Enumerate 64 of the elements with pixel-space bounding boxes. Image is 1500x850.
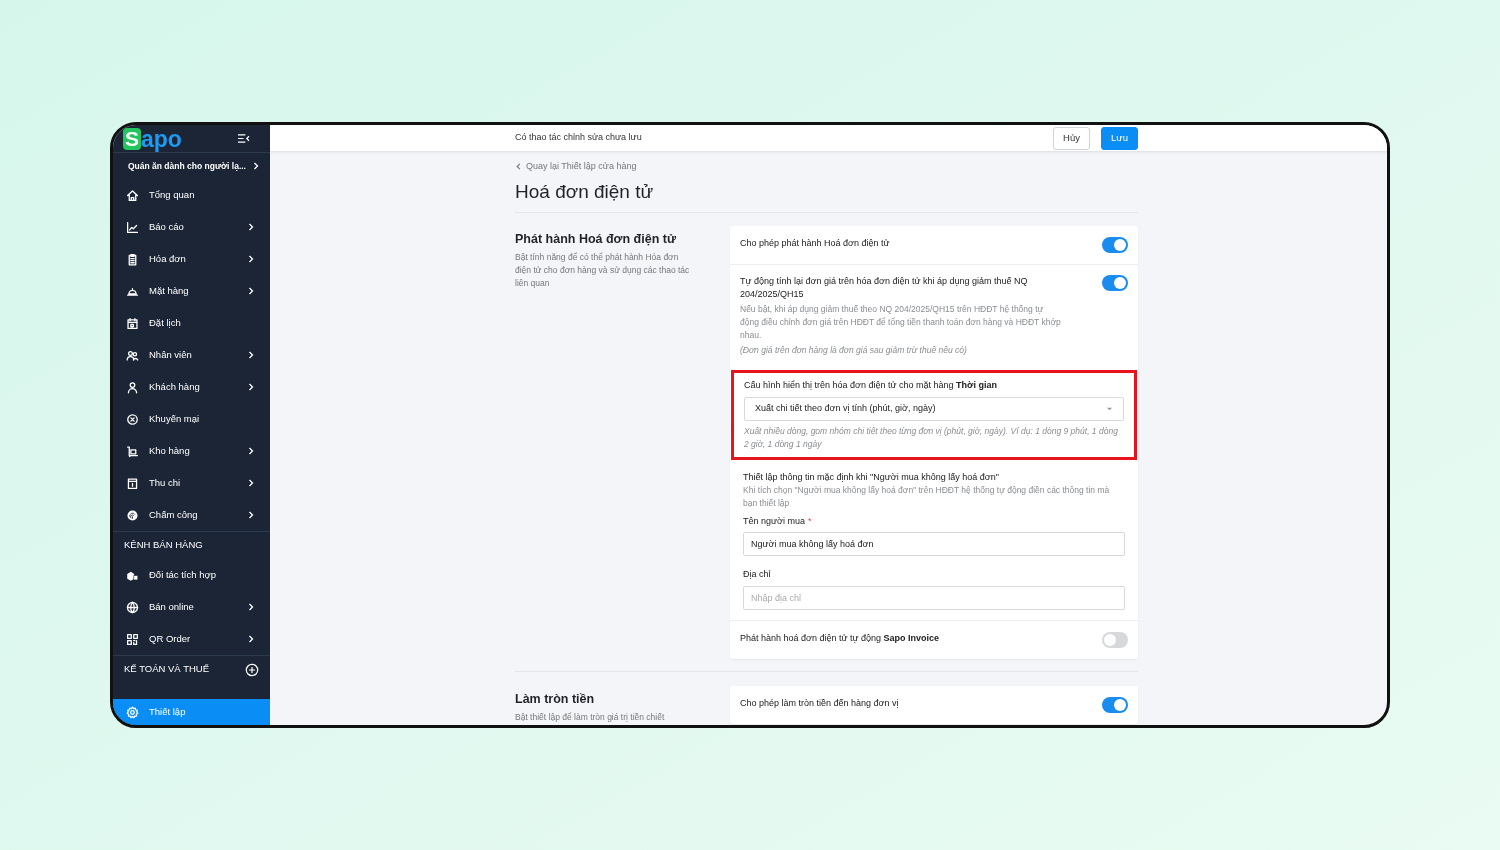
calendar-icon [126,316,139,330]
hand-truck-icon [126,444,139,458]
toggle-switch[interactable] [1102,274,1128,291]
setting-hint: Xuất nhiều dòng, gom nhóm chi tiết theo từng đơn vị (phút, giờ, ngày). Ví dụ: 1 dòng 9 phút, 1 dòng 2 giờ, 1 dòng 1 ngày [744,424,1119,451]
required-mark: * [807,514,812,528]
setting-note: (Đơn giá trên đơn hàng là đơn giá sau giảm trừ thuế nếu có) [740,343,968,357]
qr-code-icon [126,632,139,646]
sidebar-item[interactable]: Chấm công [113,499,270,531]
dropdown[interactable]: Xuất chi tiết theo đơn vị tính (phút, giờ, ngày) [744,396,1124,421]
sidebar-item[interactable]: Tổng quan [113,179,270,211]
sidebar-item[interactable]: Kho hàng [113,435,270,467]
settings-icon [126,705,139,719]
sidebar-item[interactable]: QR Order [113,623,270,655]
caret-icon [1106,405,1113,412]
sidebar-item[interactable]: Hóa đơn [113,243,270,275]
section-title: Phát hành Hoá đơn điện tử [515,230,677,248]
sidebar-item[interactable]: Đặt lịch [113,307,270,339]
users-icon [126,348,139,362]
setting-label: Tự động tính lại đơn giá trên hóa đơn điện tử khi áp dụng giảm thuế NQ 204/2025/QH15 [740,274,1029,301]
sidebar-item[interactable]: Khách hàng [113,371,270,403]
discount-badge-icon [126,412,139,426]
fingerprint-icon [126,508,139,522]
toggle-switch[interactable] [1102,696,1128,713]
unsaved-notice: Có thao tác chỉnh sửa chưa lưu [515,131,642,145]
section-description: Bật thiết lập để làm tròn giá trị tiền chiết [515,711,666,725]
section-heading: KẾ TOÁN VÀ THUẾ [124,662,209,677]
cash-box-icon [126,476,139,490]
sidebar-item[interactable]: Nhân viên [113,339,270,371]
setting-label: Cấu hình hiển thị trên hóa đơn điện tử cho mặt hàng Thời gian [744,378,998,392]
setting-label: Cho phép làm tròn tiền đến hàng đơn vị [740,696,900,710]
toggle-switch[interactable] [1102,631,1128,648]
section-description: Bật tính năng để có thể phát hành Hóa đơn điện tử cho đơn hàng và sử dụng các thao tác liên quan [515,251,690,291]
globe-icon [126,600,139,614]
back-link[interactable]: Quay lại Thiết lập cửa hàng [515,160,637,174]
input-field[interactable]: Người mua không lấy hoá đơn [743,532,1125,556]
toggle-switch[interactable] [1102,236,1128,253]
section-title: Làm tròn tiền [515,690,596,708]
setting-label: Phát hành hoá đơn điện tử tự động Sapo Invoice [740,631,941,645]
cancel-button[interactable]: Hủy [1053,126,1090,150]
setting-description: Khi tích chọn "Người mua không lấy hoá đơn" trên HĐĐT hệ thống tự động điền các thông tin mà bạn thiết lập [743,483,1111,510]
home-icon [126,188,139,202]
logo: Sapo [123,127,182,150]
setting-description: Nếu bật, khi áp dụng giảm thuế theo NQ 204/2025/QH15 trên HĐĐT hệ thống tự động điều chỉnh đơn giá trên HĐĐT để tổng tiền thanh toán đơn hàng và HĐĐT khớp nhau. [740,302,1062,342]
sidebar-item[interactable]: Khuyến mại [113,403,270,435]
field-label: Địa chỉ [743,568,771,581]
chevron-right-icon [252,162,260,170]
field-label: Tên người mua [743,514,805,528]
sidebar-item[interactable]: Thu chi [113,467,270,499]
section-heading: KÊNH BÁN HÀNG [124,538,203,553]
sidebar-item[interactable]: Mặt hàng [113,275,270,307]
collapse-menu-icon[interactable] [237,133,250,144]
sidebar-item[interactable]: Bán online [113,591,270,623]
chevron-left-icon [515,163,522,171]
add-icon[interactable] [245,662,259,677]
store-selector[interactable]: Quán ăn dành cho người lạ... [113,153,270,179]
input-field[interactable]: Nhập địa chỉ [743,585,1125,610]
setting-label: Cho phép phát hành Hoá đơn điện tử [740,236,891,250]
sidebar-item[interactable]: Báo cáo [113,211,270,243]
line-chart-icon [126,220,139,234]
user-icon [126,380,139,394]
page-title: Hoá đơn điện tử [515,180,654,202]
clipboard-icon [126,252,139,266]
setting-label: Thiết lập thông tin mặc định khi "Người mua không lấy hoá đơn" [743,470,1000,484]
sidebar-item[interactable]: Đối tác tích hợp [113,559,270,591]
